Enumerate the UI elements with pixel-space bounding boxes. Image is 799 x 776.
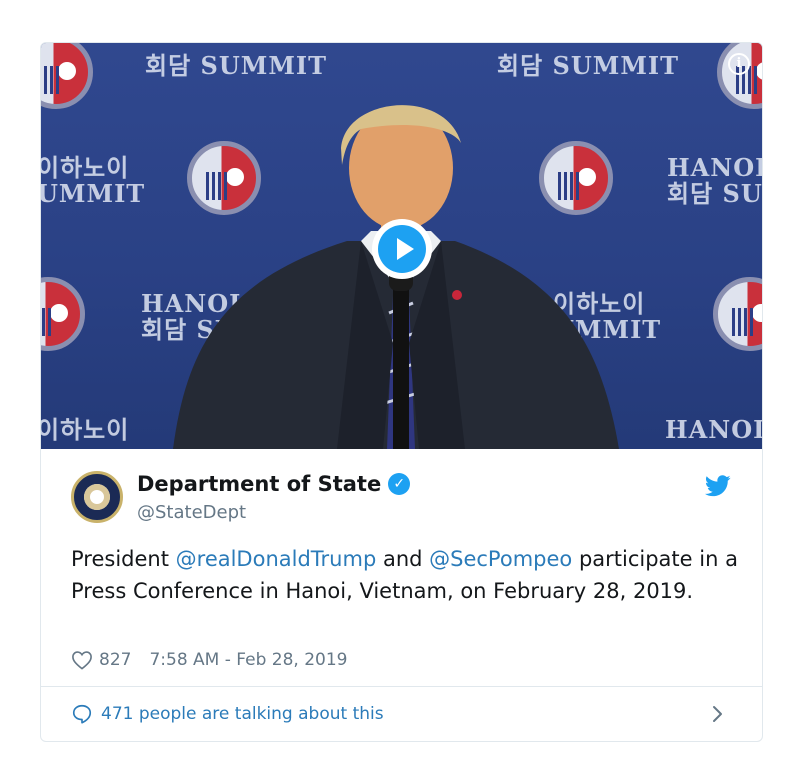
like-count[interactable]: 827 [99,650,131,670]
info-icon[interactable]: i [728,53,750,75]
embedded-tweet-card: 회담 SUMMIT 회담 SUMMIT 이하노이 UMMIT HANOI 회담 … [40,42,763,742]
timestamp-link[interactable]: 7:58 AM - Feb 28, 2019 [149,650,347,670]
account-name-row[interactable]: Department of State ✓ [137,471,411,497]
tweet-meta: 827 7:58 AM - Feb 28, 2019 [71,647,347,673]
chevron-right-icon[interactable] [711,703,725,725]
account-handle[interactable]: @StateDept [137,502,246,523]
twitter-bird-icon[interactable] [705,475,731,497]
mention-link[interactable]: @realDonaldTrump [176,547,377,571]
video-thumbnail[interactable]: 회담 SUMMIT 회담 SUMMIT 이하노이 UMMIT HANOI 회담 … [41,43,762,449]
tweet-text-middle: and [376,547,430,571]
speech-bubble-icon [72,704,92,724]
mention-link[interactable]: @SecPompeo [429,547,572,571]
conversation-label[interactable]: 471 people are talking about this [101,704,384,724]
divider [41,686,762,687]
account-name[interactable]: Department of State [137,472,381,496]
play-icon[interactable] [372,219,432,279]
avatar[interactable] [71,471,123,523]
conversation-link[interactable]: 471 people are talking about this [71,702,384,726]
tweet-text: President @realDonaldTrump and @SecPompe… [71,543,741,607]
verified-badge-icon: ✓ [388,473,411,495]
tweet-text-prefix: President [71,547,176,571]
heart-icon[interactable] [71,650,93,670]
